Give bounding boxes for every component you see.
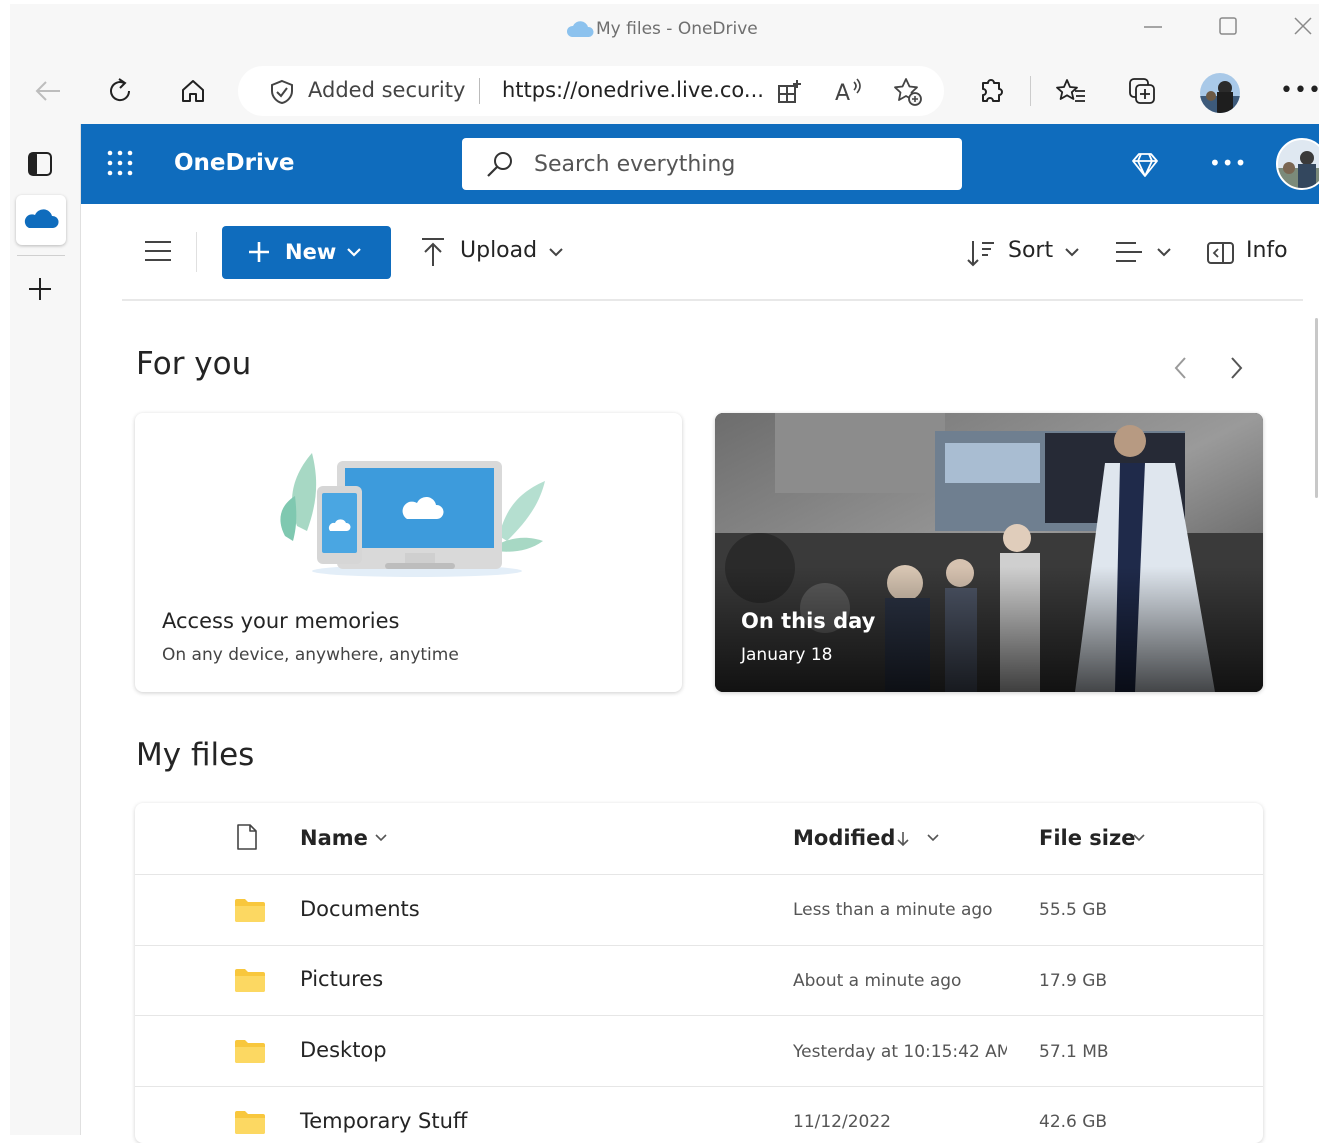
sort-chevron-down-icon[interactable] [1064, 246, 1080, 258]
address-divider [479, 78, 480, 104]
sidebar-divider [17, 255, 65, 256]
for-you-heading: For you [136, 346, 252, 382]
onedrive-cloud-icon [566, 20, 594, 38]
my-files-heading: My files [136, 737, 255, 773]
on-this-day-card[interactable]: On this day January 18 [715, 413, 1263, 692]
command-divider [196, 232, 197, 272]
file-size-column-header[interactable]: File size [1039, 826, 1135, 850]
modified-column-header[interactable]: Modified [793, 826, 895, 850]
name-sort-chevron-icon[interactable] [374, 833, 388, 843]
profile-avatar[interactable] [1199, 72, 1241, 114]
app-title[interactable]: OneDrive [174, 150, 294, 176]
chevron-down-icon [346, 246, 362, 258]
close-icon[interactable] [1291, 14, 1315, 38]
sort-button[interactable]: Sort [1008, 238, 1053, 263]
file-size-chevron-down-icon[interactable] [1132, 833, 1146, 843]
premium-diamond-icon[interactable] [1130, 151, 1160, 179]
on-this-day-date: January 18 [741, 645, 833, 665]
security-label[interactable]: Added security [308, 78, 465, 102]
tab-onedrive[interactable] [16, 195, 66, 245]
hamburger-menu-icon[interactable] [143, 238, 173, 264]
new-button-label[interactable]: New [285, 240, 336, 264]
file-name[interactable]: Temporary Stuff [300, 1109, 467, 1133]
file-size: 42.6 GB [1039, 1112, 1108, 1132]
scrollbar[interactable] [1315, 318, 1318, 498]
app-launcher-icon[interactable] [106, 149, 134, 177]
url-text[interactable]: https://onedrive.live.co... [502, 78, 764, 102]
svg-text:A: A [835, 81, 850, 106]
back-arrow-icon[interactable] [31, 74, 65, 108]
info-pane-icon[interactable] [1206, 240, 1236, 266]
on-this-day-title: On this day [741, 609, 876, 633]
file-name[interactable]: Documents [300, 897, 420, 921]
app-available-icon[interactable] [775, 78, 803, 106]
folder-icon [234, 967, 266, 993]
read-aloud-icon[interactable]: A [833, 76, 865, 106]
maximize-icon[interactable] [1216, 14, 1240, 38]
command-bar-divider [122, 299, 1303, 301]
upload-button[interactable]: Upload [460, 238, 537, 263]
sort-icon[interactable] [966, 238, 996, 268]
file-modified: 11/12/2022 [793, 1112, 891, 1132]
upload-icon[interactable] [419, 236, 447, 268]
file-name[interactable]: Desktop [300, 1038, 387, 1062]
carousel-prev-icon[interactable] [1171, 355, 1191, 381]
toolbar-divider [1030, 76, 1031, 106]
memories-card[interactable]: Access your memories On any device, anyw… [135, 413, 682, 692]
file-type-icon [235, 823, 259, 851]
plus-icon [247, 240, 271, 264]
carousel-next-icon[interactable] [1226, 355, 1246, 381]
file-name[interactable]: Pictures [300, 967, 383, 991]
home-icon[interactable] [176, 74, 210, 108]
more-options-icon[interactable]: ••• [1209, 151, 1247, 175]
info-button[interactable]: Info [1246, 238, 1288, 263]
upload-chevron-down-icon[interactable] [548, 246, 564, 258]
memories-card-title: Access your memories [162, 609, 400, 633]
file-size: 55.5 GB [1039, 900, 1108, 920]
folder-icon [234, 1038, 266, 1064]
new-tab-plus-icon[interactable] [27, 276, 53, 302]
settings-more-icon[interactable]: ••• [1280, 78, 1319, 103]
folder-icon [234, 1109, 266, 1135]
name-column-header[interactable]: Name [300, 826, 368, 850]
view-options-icon[interactable] [1114, 239, 1144, 267]
minimize-icon[interactable] [1141, 14, 1165, 38]
tab-actions-icon[interactable] [27, 151, 53, 177]
memories-card-subtitle: On any device, anywhere, anytime [162, 645, 459, 665]
search-input[interactable]: Search everything [534, 152, 735, 177]
add-favorite-icon[interactable] [892, 76, 924, 108]
collections-icon[interactable] [1127, 76, 1159, 108]
modified-chevron-down-icon[interactable] [926, 833, 940, 843]
file-size: 57.1 MB [1039, 1042, 1109, 1062]
window-title: My files - OneDrive [596, 19, 758, 39]
file-modified: About a minute ago [793, 971, 962, 991]
file-modified: Yesterday at 10:15:42 AM [793, 1042, 1007, 1062]
file-modified: Less than a minute ago [793, 900, 993, 920]
favorites-icon[interactable] [1055, 76, 1087, 108]
shield-icon[interactable] [268, 78, 296, 106]
file-size: 17.9 GB [1039, 971, 1108, 991]
view-chevron-down-icon[interactable] [1156, 246, 1172, 258]
account-avatar[interactable] [1276, 138, 1319, 190]
devices-illustration [280, 453, 545, 577]
sort-descending-arrow-icon [896, 830, 910, 848]
search-icon [485, 150, 515, 180]
folder-icon [234, 897, 266, 923]
refresh-icon[interactable] [103, 74, 137, 108]
extensions-icon[interactable] [975, 76, 1007, 108]
